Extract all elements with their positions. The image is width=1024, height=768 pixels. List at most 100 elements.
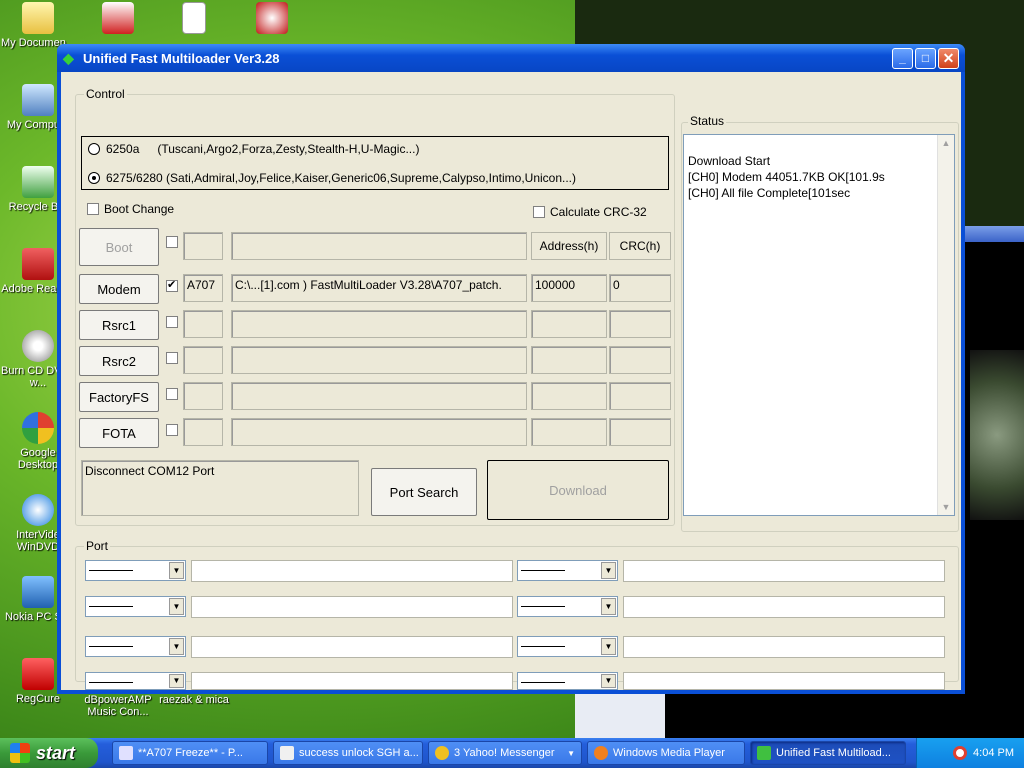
- rsrc1-crc-field: [609, 310, 671, 338]
- rsrc2-crc-field: [609, 346, 671, 374]
- arrow-left-icon: [757, 746, 771, 760]
- status-line: [CH0] Modem 44051.7KB OK[101.9s: [688, 170, 885, 184]
- modem-tag-field: A707: [183, 274, 223, 302]
- nokia-icon: [22, 576, 54, 608]
- background-window-dark-panel: [665, 690, 1024, 740]
- rsrc2-address-field[interactable]: [531, 346, 607, 374]
- taskbar-item-windows-media-player[interactable]: Windows Media Player: [587, 741, 745, 765]
- combo-value: [521, 646, 565, 647]
- port-select[interactable]: ▼: [85, 636, 186, 657]
- fota-tag-field: [183, 418, 223, 446]
- fota-button[interactable]: FOTA: [79, 418, 159, 448]
- taskbar-item-unified-fast-multiloader[interactable]: Unified Fast Multiload...: [750, 741, 906, 765]
- port-select[interactable]: ▼: [517, 672, 618, 690]
- combo-value: [521, 682, 565, 683]
- taskbar-item-success-unlock[interactable]: success unlock SGH a...: [273, 741, 423, 765]
- modem-checkbox[interactable]: [166, 278, 178, 292]
- scroll-down-icon[interactable]: ▼: [938, 499, 954, 515]
- rsrc1-address-field[interactable]: [531, 310, 607, 338]
- background-window-titlebar: [965, 226, 1024, 242]
- factoryfs-checkbox[interactable]: [166, 388, 178, 400]
- fota-checkbox[interactable]: [166, 424, 178, 436]
- google-desktop-icon: [22, 412, 54, 444]
- folder-icon: [22, 2, 54, 34]
- factoryfs-button[interactable]: FactoryFS: [79, 382, 159, 412]
- boot-button[interactable]: Boot: [79, 228, 159, 266]
- rsrc2-button[interactable]: Rsrc2: [79, 346, 159, 376]
- browser-icon: [280, 746, 294, 760]
- scroll-up-icon[interactable]: ▲: [938, 135, 954, 151]
- window-titlebar[interactable]: ◆ Unified Fast Multiloader Ver3.28 _ □ ✕: [57, 44, 965, 72]
- address-header: Address(h): [531, 232, 607, 260]
- modem-address-field[interactable]: 100000: [531, 274, 607, 302]
- chevron-down-icon: ▼: [169, 674, 184, 688]
- port-select[interactable]: ▼: [517, 560, 618, 581]
- calculate-crc-checkbox[interactable]: [533, 206, 545, 218]
- radio-6250a[interactable]: 6250a (Tuscani,Argo2,Forza,Zesty,Stealth…: [88, 142, 419, 156]
- desktop-icon-dbpoweramp[interactable]: dBpowerAMP Music Con...: [80, 694, 156, 718]
- maximize-button[interactable]: □: [915, 47, 936, 69]
- combo-value: [89, 646, 133, 647]
- close-button[interactable]: ✕: [938, 47, 959, 69]
- modem-crc-field: 0: [609, 274, 671, 302]
- play-icon: [22, 494, 54, 526]
- port-progress-field: [191, 560, 513, 582]
- fota-address-field[interactable]: [531, 418, 607, 446]
- desktop-icon-document[interactable]: [156, 2, 232, 37]
- radio-button-selected-icon: [88, 172, 100, 184]
- browser-icon: [119, 746, 133, 760]
- taskbar-item-a707-freeze[interactable]: **A707 Freeze** - P...: [112, 741, 268, 765]
- minimize-button[interactable]: _: [892, 47, 913, 69]
- boot-change-checkbox[interactable]: [87, 203, 99, 215]
- taskbar-item-yahoo-messenger[interactable]: 3 Yahoo! Messenger ▼: [428, 741, 582, 765]
- app-icon: [102, 2, 134, 34]
- factoryfs-crc-field: [609, 382, 671, 410]
- port-search-button[interactable]: Port Search: [371, 468, 477, 516]
- chrome-icon[interactable]: [953, 746, 968, 760]
- rsrc2-checkbox[interactable]: [166, 352, 178, 364]
- control-group-label: Control: [84, 87, 127, 101]
- chipset-selection: 6250a (Tuscani,Argo2,Forza,Zesty,Stealth…: [81, 136, 669, 190]
- port-progress-field: [623, 636, 945, 658]
- port-group-label: Port: [84, 539, 111, 553]
- rsrc1-button[interactable]: Rsrc1: [79, 310, 159, 340]
- status-group-label: Status: [688, 114, 727, 128]
- factoryfs-path-field[interactable]: [231, 382, 527, 410]
- rsrc1-tag-field: [183, 310, 223, 338]
- rsrc1-path-field[interactable]: [231, 310, 527, 338]
- taskbar: start **A707 Freeze** - P... success unl…: [0, 738, 1024, 768]
- port-progress-field: [623, 596, 945, 618]
- window-client-area: Control 6250a (Tuscani,Argo2,Forza,Zesty…: [61, 72, 961, 690]
- status-log[interactable]: Download Start [CH0] Modem 44051.7KB OK[…: [683, 134, 955, 516]
- modem-button[interactable]: Modem: [79, 274, 159, 304]
- desktop-icon-raezak-mica[interactable]: raezak & mica: [156, 694, 232, 706]
- port-select[interactable]: ▼: [85, 560, 186, 581]
- boot-path-field[interactable]: [231, 232, 527, 260]
- fota-path-field[interactable]: [231, 418, 527, 446]
- boot-checkbox[interactable]: [166, 236, 178, 248]
- port-select[interactable]: ▼: [85, 596, 186, 617]
- rsrc2-path-field[interactable]: [231, 346, 527, 374]
- start-button[interactable]: start: [0, 738, 98, 768]
- combo-value: [521, 570, 565, 571]
- chevron-down-icon: ▼: [567, 748, 575, 758]
- download-button[interactable]: Download: [487, 460, 669, 520]
- desktop-icon-app-1[interactable]: [80, 2, 156, 37]
- system-tray: 4:04 PM: [916, 738, 1024, 768]
- radio-6275-6280[interactable]: 6275/6280 (Sati,Admiral,Joy,Felice,Kaise…: [88, 171, 576, 185]
- chevron-down-icon: ▼: [169, 598, 184, 615]
- status-scrollbar[interactable]: ▲ ▼: [937, 135, 954, 515]
- fota-crc-field: [609, 418, 671, 446]
- recycle-bin-icon: [22, 166, 54, 198]
- port-select[interactable]: ▼: [517, 636, 618, 657]
- adobe-reader-icon: [22, 248, 54, 280]
- crc-header: CRC(h): [609, 232, 671, 260]
- clock[interactable]: 4:04 PM: [973, 747, 1014, 759]
- rsrc1-checkbox[interactable]: [166, 316, 178, 328]
- desktop-icon-my-documents[interactable]: My Documen...: [0, 2, 76, 49]
- desktop-icon-app-2[interactable]: [234, 2, 310, 37]
- port-select[interactable]: ▼: [517, 596, 618, 617]
- modem-path-field[interactable]: C:\...[1].com ) FastMultiLoader V3.28\A7…: [231, 274, 527, 302]
- factoryfs-address-field[interactable]: [531, 382, 607, 410]
- port-select[interactable]: ▼: [85, 672, 186, 690]
